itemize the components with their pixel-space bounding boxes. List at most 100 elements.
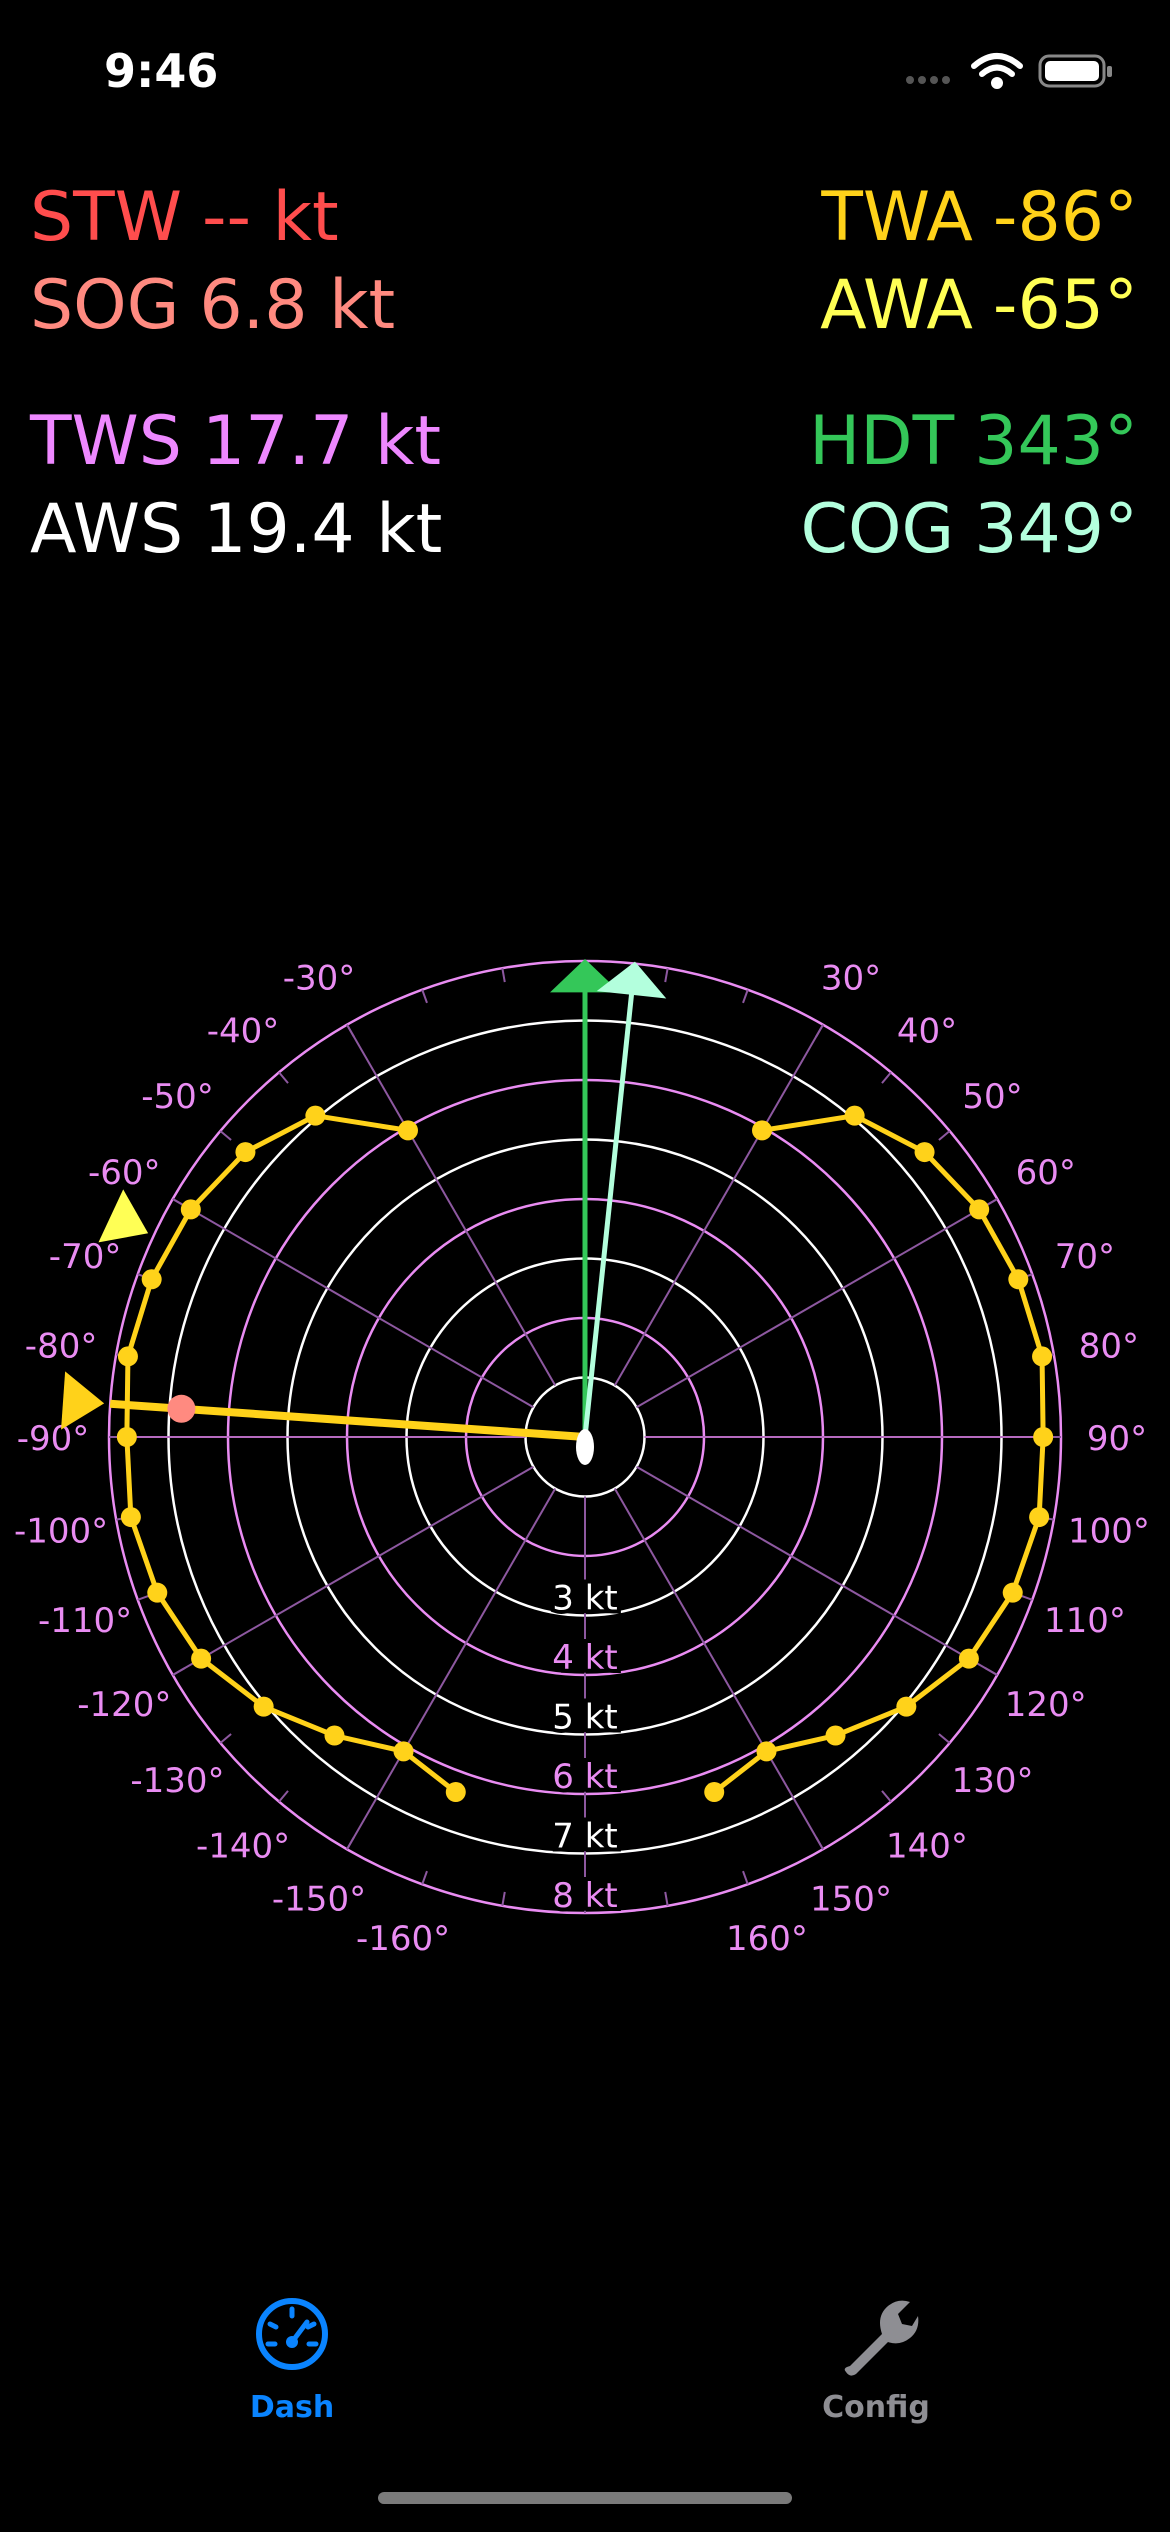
angle-tick [664,968,669,983]
radial-spoke [636,1465,998,1676]
radial-spoke [636,1198,998,1409]
angle-tick [219,1733,232,1744]
angle-label: 90° [1087,1419,1147,1459]
angle-label: -80° [25,1327,98,1367]
angle-label: 160° [726,1919,808,1959]
angle-label: 100° [1068,1511,1150,1551]
polar-point [958,1648,979,1669]
tws-value: 17.7 kt [201,402,441,481]
polar-point [253,1696,274,1717]
polar-point [324,1725,345,1746]
angle-label: -160° [356,1919,450,1959]
hdt-readout: HDT 343° [809,408,1138,476]
polar-point [393,1741,414,1762]
angle-tick [938,1733,951,1744]
angle-label: 150° [810,1880,892,1920]
cog-value: 349° [974,490,1138,569]
wifi-icon [971,53,1023,89]
boat-icon [576,1429,594,1465]
angle-tick [278,1790,289,1803]
polar-point [235,1142,256,1163]
awa-marker [98,1189,149,1243]
angle-tick [742,989,749,1004]
angle-label: -40° [207,1011,280,1051]
polar-point [116,1427,137,1447]
angle-label: -50° [141,1077,214,1117]
tab-config-label: Config [822,2390,930,2425]
angle-tick [219,1130,232,1141]
sog-value: 6.8 kt [199,266,396,345]
tab-dash-label: Dash [249,2390,335,2425]
aws-readout: AWS 19.4 kt [30,496,442,564]
angle-label: 120° [1005,1685,1087,1725]
awa-label: AWA [820,266,973,345]
angle-tick [815,1024,824,1038]
polar-point [1033,1427,1054,1447]
angle-tick [664,1891,669,1906]
sog-dot [167,1394,196,1423]
polar-point [445,1782,466,1803]
cellular-dots-icon [906,76,950,84]
angle-label: -150° [272,1880,366,1920]
hdt-label: HDT [809,402,955,481]
angle-label: -90° [17,1419,90,1459]
angle-label: -140° [196,1827,290,1867]
twa-value: -86° [992,178,1138,257]
angle-tick [501,968,506,983]
speed-ring-label: 8 kt [552,1876,617,1916]
angle-tick [938,1130,951,1141]
angle-label: -100° [14,1511,108,1551]
polar-point [844,1105,865,1126]
wrench-icon [844,2300,919,2376]
angle-tick [278,1071,289,1084]
aws-label: AWS [30,490,184,569]
polar-point [1029,1507,1050,1528]
awa-readout: AWA -65° [820,272,1138,340]
stw-label: STW [30,178,182,257]
polar-point [191,1648,212,1669]
polar-point [180,1199,201,1220]
angle-label: 40° [897,1011,957,1051]
stw-readout: STW -- kt [30,184,339,252]
speed-ring-label: 5 kt [552,1698,617,1738]
sog-readout: SOG 6.8 kt [30,272,395,340]
angle-label: 30° [821,958,881,998]
cog-label: COG [800,490,955,569]
home-indicator [378,2492,792,2504]
polar-point [914,1142,935,1163]
angle-label: -60° [88,1153,161,1193]
polar-point [969,1199,990,1220]
angle-label: -30° [283,958,356,998]
polar-point [397,1120,418,1141]
polar-point [704,1782,725,1803]
speed-ring-label: 4 kt [552,1638,617,1678]
aws-value: 19.4 kt [203,490,443,569]
angle-tick [421,989,428,1004]
angle-tick [346,1836,355,1850]
angle-label: 110° [1044,1601,1126,1641]
polar-point [120,1507,141,1528]
tws-label: TWS [30,402,182,481]
status-icons [906,53,1112,89]
battery-icon [1038,54,1112,88]
polar-point [756,1741,777,1762]
status-time: 9:46 [104,44,219,98]
twa-label: TWA [821,178,973,257]
speed-ring-label: 6 kt [552,1757,617,1797]
hdt-value: 343° [974,402,1138,481]
angle-label: 80° [1079,1327,1139,1367]
stw-value: -- kt [201,178,339,257]
tab-dash[interactable]: Dash [162,2270,422,2430]
angle-tick [742,1870,749,1885]
radial-spoke [172,1465,534,1676]
polar-point [1008,1269,1029,1290]
polar-diagram: 30° 40°50° 60° 70° 80° 90° 100° 110° 120° 130° 140… [14,958,1150,1959]
polar-point [141,1269,162,1290]
sog-label: SOG [30,266,180,345]
angle-tick [346,1024,355,1038]
angle-label: -130° [130,1761,224,1801]
angle-tick [881,1790,892,1803]
polar-point [1032,1346,1053,1367]
twa-readout: TWA -86° [821,184,1138,252]
tab-config[interactable]: Config [746,2270,1006,2430]
